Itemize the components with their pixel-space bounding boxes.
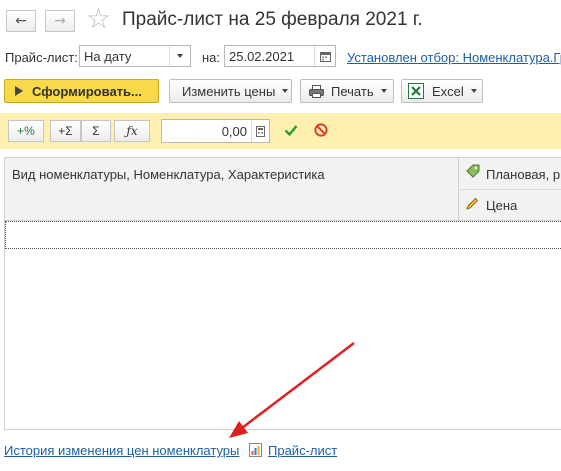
- annotation-arrow: [229, 342, 355, 438]
- report-icon: [249, 443, 262, 460]
- price-history-link[interactable]: История изменения цен номенклатуры: [4, 443, 239, 458]
- pricelist-link[interactable]: Прайс-лист: [268, 443, 337, 458]
